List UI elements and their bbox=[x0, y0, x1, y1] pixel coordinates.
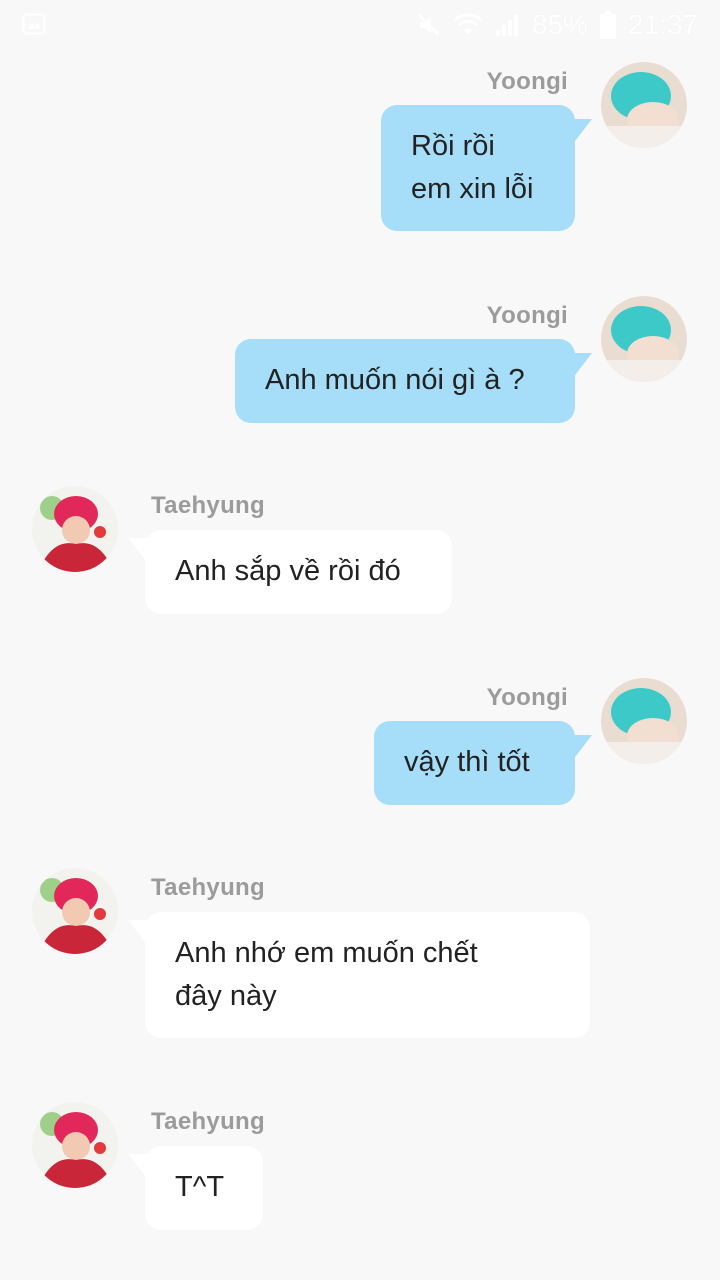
status-right: 85% 21:37 bbox=[416, 8, 698, 42]
avatar[interactable] bbox=[601, 678, 687, 764]
message-bubble[interactable]: T^T bbox=[145, 1146, 263, 1230]
signal-icon bbox=[494, 12, 520, 38]
message-bubble[interactable]: Anh muốn nói gì à ? bbox=[235, 339, 575, 423]
chat-screen: 85% 21:37 Yoongi Rồi rồi em xin lỗi Yoon… bbox=[0, 0, 720, 1280]
avatar[interactable] bbox=[601, 296, 687, 382]
message-bubble[interactable]: vậy thì tốt bbox=[374, 721, 575, 805]
bubble-tail bbox=[128, 920, 148, 946]
bubble-tail bbox=[128, 1154, 148, 1180]
sender-name: Taehyung bbox=[151, 874, 265, 901]
message-text: Anh muốn nói gì à ? bbox=[265, 364, 525, 396]
wifi-icon bbox=[453, 12, 482, 38]
sender-name: Taehyung bbox=[151, 1108, 265, 1135]
sender-name: Yoongi bbox=[486, 68, 568, 95]
sender-name: Yoongi bbox=[486, 302, 568, 329]
message-text: vậy thì tốt bbox=[404, 746, 530, 778]
mute-icon bbox=[416, 12, 442, 38]
sender-name: Taehyung bbox=[151, 492, 265, 519]
battery-icon bbox=[599, 11, 616, 39]
bubble-tail bbox=[128, 538, 148, 564]
message-text: em xin lỗi bbox=[411, 173, 534, 205]
status-bar: 85% 21:37 bbox=[0, 0, 720, 52]
sender-name: Yoongi bbox=[486, 684, 568, 711]
image-icon bbox=[22, 12, 46, 36]
avatar[interactable] bbox=[601, 62, 687, 148]
battery-percent: 85% bbox=[531, 9, 588, 40]
message-text: Anh nhớ em muốn chết bbox=[175, 937, 478, 969]
message-text: đây này bbox=[175, 980, 277, 1012]
clock: 21:37 bbox=[627, 9, 698, 40]
bubble-tail bbox=[572, 353, 592, 379]
avatar[interactable] bbox=[32, 486, 118, 572]
message-text: T^T bbox=[175, 1171, 225, 1203]
message-bubble[interactable]: Rồi rồi em xin lỗi bbox=[381, 105, 575, 231]
message-text: Rồi rồi bbox=[411, 130, 495, 162]
message-bubble[interactable]: Anh nhớ em muốn chết đây này bbox=[145, 912, 590, 1038]
avatar[interactable] bbox=[32, 868, 118, 954]
bubble-tail bbox=[572, 735, 592, 761]
message-bubble[interactable]: Anh sắp về rồi đó bbox=[145, 530, 452, 614]
message-text: Anh sắp về rồi đó bbox=[175, 555, 401, 587]
bubble-tail bbox=[572, 119, 592, 145]
avatar[interactable] bbox=[32, 1102, 118, 1188]
